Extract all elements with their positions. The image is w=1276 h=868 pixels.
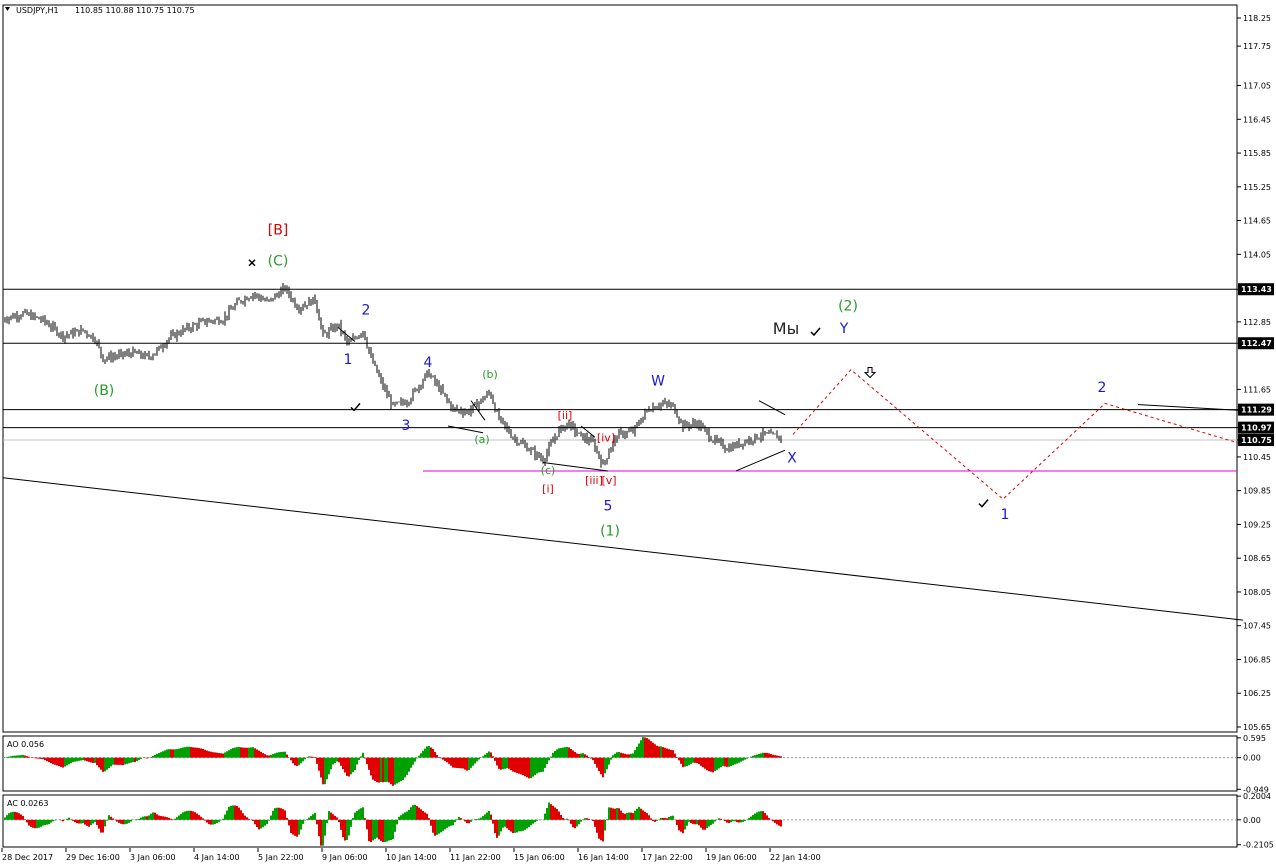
- price-tick-label: 115.25: [1243, 183, 1271, 192]
- time-tick-label: 22 Jan 14:00: [770, 853, 821, 862]
- time-tick-label: 17 Jan 22:00: [642, 853, 693, 862]
- chart-header: USDJPY,H1 110.85 110.88 110.75 110.75: [5, 6, 195, 15]
- oscillator-tick-label: 0.00: [1243, 816, 1261, 825]
- time-tick-label: 11 Jan 22:00: [450, 853, 501, 862]
- time-tick-label: 28 Dec 2017: [2, 853, 53, 862]
- wave-label: (b): [482, 368, 498, 381]
- oscillator-tick-label: 0.595: [1243, 734, 1266, 743]
- time-tick-label: 19 Jan 06:00: [706, 853, 757, 862]
- wave-label: (C): [268, 254, 289, 270]
- price-tick-label: 109.85: [1243, 487, 1271, 496]
- time-tick-label: 10 Jan 14:00: [386, 853, 437, 862]
- price-tick-label: 106.25: [1243, 689, 1271, 698]
- wave-label: [v]: [601, 474, 616, 487]
- oscillator-title: AO 0.056: [7, 740, 44, 749]
- oscillator-tick-label: 0.00: [1243, 754, 1261, 763]
- price-tick-label: 115.85: [1243, 149, 1271, 158]
- price-tag: 113.43: [1241, 285, 1272, 294]
- chart-svg[interactable]: [B] (C) (B) 2 1 4 3 (b) (a) (c) [ii] [i] [iv] [iii][v…: [0, 0, 1276, 868]
- wave-label: 2: [1098, 380, 1107, 396]
- wave-label: Мы: [773, 319, 799, 338]
- oscillator-tick-label: 0.2004: [1243, 792, 1271, 801]
- price-tick-label: 105.65: [1243, 723, 1271, 732]
- quote-label: 110.85 110.88 110.75 110.75: [75, 6, 195, 15]
- wave-label: (a): [474, 433, 489, 446]
- wave-label: 2: [362, 303, 371, 319]
- price-tick-label: 108.05: [1243, 588, 1271, 597]
- price-tag: 111.29: [1241, 406, 1272, 415]
- wave-label: [B]: [268, 223, 289, 239]
- wave-label: 5: [604, 498, 613, 514]
- price-tag: 112.47: [1241, 339, 1272, 348]
- wave-label: (1): [600, 524, 620, 540]
- price-tag: 110.97: [1241, 424, 1272, 433]
- time-tick-label: 29 Dec 16:00: [66, 853, 120, 862]
- price-tick-label: 118.25: [1243, 14, 1271, 23]
- time-tick-label: 4 Jan 14:00: [194, 853, 240, 862]
- price-tick-label: 117.05: [1243, 82, 1271, 91]
- price-tick-label: 111.65: [1243, 385, 1271, 394]
- wave-label: (2): [838, 299, 858, 315]
- price-tag: 110.75: [1241, 436, 1272, 445]
- chart-background: [0, 0, 1276, 868]
- time-tick-label: 15 Jan 06:00: [514, 853, 565, 862]
- time-tick-label: 9 Jan 06:00: [322, 853, 368, 862]
- wave-label: (c): [541, 464, 556, 477]
- price-tick-label: 114.05: [1243, 250, 1271, 259]
- wave-label: 4: [424, 355, 433, 371]
- wave-label: [iii]: [585, 474, 603, 487]
- price-tick-label: 108.65: [1243, 554, 1271, 563]
- oscillator-tick-label: -0.2105: [1243, 841, 1274, 850]
- price-tick-label: 107.45: [1243, 622, 1271, 631]
- wave-label: W: [651, 373, 665, 389]
- symbol-label: USDJPY,H1: [16, 6, 59, 15]
- wave-label: [iv]: [597, 432, 615, 445]
- price-tick-label: 109.25: [1243, 520, 1271, 529]
- wave-label: (B): [94, 383, 115, 399]
- wave-label: X: [787, 451, 797, 467]
- time-tick-label: 16 Jan 14:00: [578, 853, 629, 862]
- price-tick-label: 116.45: [1243, 115, 1271, 124]
- wave-label: 1: [1001, 507, 1010, 523]
- wave-label: 3: [402, 418, 411, 434]
- oscillator-title: AC 0.0263: [7, 799, 48, 808]
- wave-label: Y: [839, 321, 849, 337]
- price-tick-label: 114.65: [1243, 217, 1271, 226]
- price-tick-label: 110.45: [1243, 453, 1271, 462]
- wave-label: [ii]: [558, 409, 573, 422]
- price-tick-label: 117.75: [1243, 42, 1271, 51]
- wave-label: [i]: [542, 482, 554, 495]
- time-tick-label: 3 Jan 06:00: [130, 853, 176, 862]
- price-tick-label: 112.85: [1243, 318, 1271, 327]
- wave-label: 1: [344, 352, 353, 368]
- time-tick-label: 5 Jan 22:00: [258, 853, 304, 862]
- price-tick-label: 106.85: [1243, 655, 1271, 664]
